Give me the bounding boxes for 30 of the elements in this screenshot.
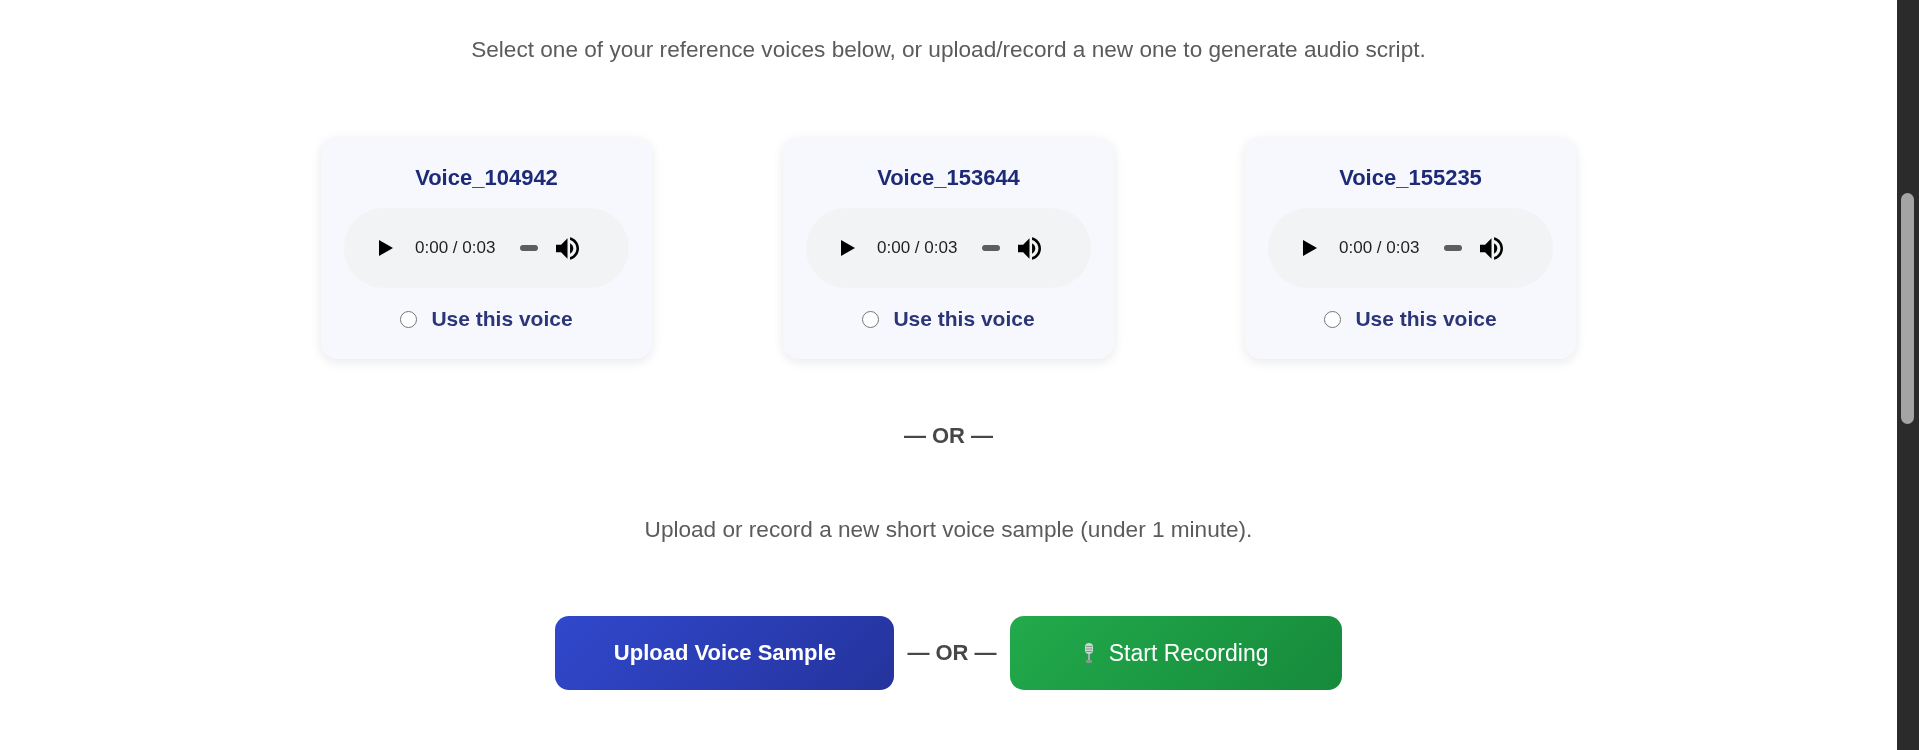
volume-icon[interactable] (556, 236, 580, 260)
seek-bar[interactable] (982, 245, 1001, 251)
radio-button[interactable] (400, 310, 418, 328)
microphone-icon (1082, 643, 1095, 663)
radio-button[interactable] (862, 310, 880, 328)
voice-title: Voice_155235 (1339, 165, 1482, 191)
seek-bar[interactable] (520, 245, 539, 251)
intro-text: Select one of your reference voices below, or upload/record a new one to generate audio script. (471, 38, 1426, 62)
play-icon[interactable] (379, 240, 393, 256)
option-label[interactable]: Use this voice (431, 307, 573, 331)
option-label[interactable]: Use this voice (893, 307, 1035, 331)
radio-button[interactable] (1324, 310, 1342, 328)
time-display: 0:00 / 0:03 (415, 238, 496, 258)
volume-icon[interactable] (1018, 236, 1042, 260)
scrollbar[interactable] (1897, 0, 1919, 750)
voice-title: Voice_104942 (415, 165, 558, 191)
option-label[interactable]: Use this voice (1355, 307, 1497, 331)
scrollbar-thumb[interactable] (1901, 193, 1914, 424)
prompt-text: Upload or record a new short voice sample (under 1 minute). (644, 518, 1253, 542)
upload-button[interactable]: Upload Voice Sample (555, 616, 895, 690)
time-display: 0:00 / 0:03 (877, 238, 958, 258)
volume-icon[interactable] (1480, 236, 1504, 260)
play-icon[interactable] (841, 240, 855, 256)
play-icon[interactable] (1303, 240, 1317, 256)
voice-title: Voice_153644 (877, 165, 1020, 191)
record-button[interactable]: Start Recording (1009, 616, 1342, 690)
or-separator: — OR — (903, 424, 994, 448)
time-display: 0:00 / 0:03 (1339, 238, 1420, 258)
or-separator: — OR — (907, 641, 997, 665)
seek-bar[interactable] (1444, 245, 1463, 251)
